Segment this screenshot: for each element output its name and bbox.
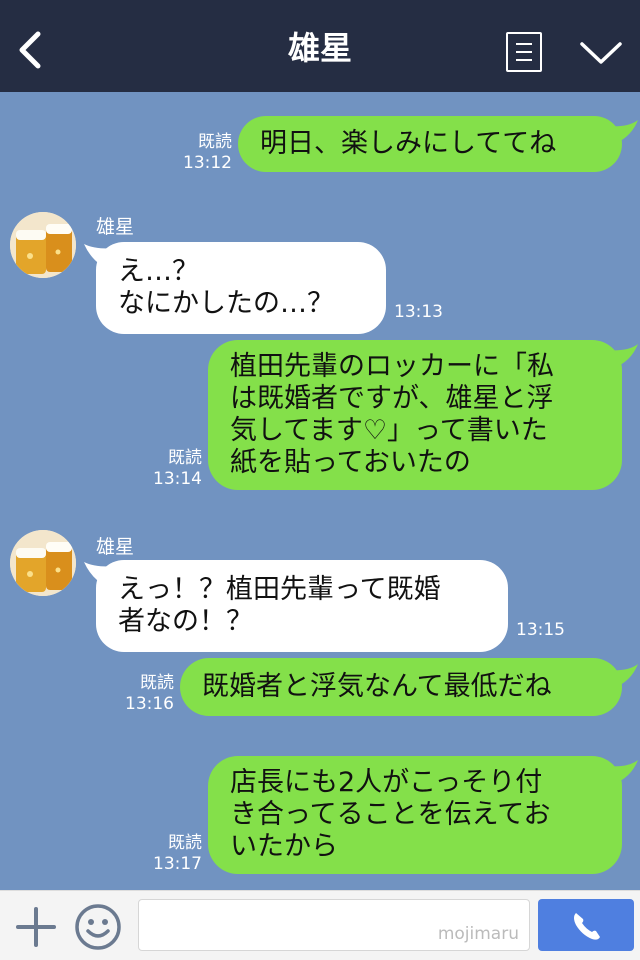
message-time: 13:14 [153,469,202,489]
message-time: 13:16 [125,694,174,714]
message-input-bar: mojimaru [0,890,640,960]
message-bubble-mine[interactable]: 店長にも2人がこっそり付 き合ってることを伝えてお いたから [208,756,622,874]
read-receipt: 既読 [198,132,232,152]
message-time: 13:13 [394,302,443,322]
chat-header: 雄星 [0,0,640,92]
read-receipt: 既読 [168,833,202,853]
watermark: mojimaru [437,924,519,944]
message-time: 13:15 [516,620,565,640]
message-bubble-theirs[interactable]: え…？ なにかしたの…？ [96,242,386,334]
message-bubble-mine[interactable]: 明日、楽しみにしててね [238,116,622,172]
chat-title: 雄星 [287,29,352,67]
message-meta: 既読 13:14 [146,448,202,490]
sender-name: 雄星 [96,216,135,238]
message-meta: 既読 13:16 [118,673,174,715]
chevron-left-icon[interactable] [14,28,50,72]
plus-icon[interactable] [14,905,58,949]
smiley-icon[interactable] [74,903,122,951]
message-bubble-theirs[interactable]: えっ！？植田先輩って既婚 者なの！？ [96,560,508,652]
list-menu-icon[interactable] [506,32,542,72]
avatar[interactable] [10,212,76,278]
message-bubble-mine[interactable]: 既婚者と浮気なんて最低だね [180,658,622,716]
chevron-down-icon[interactable] [578,38,624,68]
call-button[interactable] [538,899,634,951]
message-meta: 既読 13:17 [146,833,202,875]
message-bubble-mine[interactable]: 植田先輩のロッカーに「私 は既婚者ですが、雄星と浮 気してます♡」って書いた 紙… [208,340,622,490]
message-time: 13:17 [153,854,202,874]
read-receipt: 既読 [140,673,174,693]
avatar[interactable] [10,530,76,596]
message-list[interactable]: 既読 13:12 明日、楽しみにしててね 雄星 え…？ なにかしたの…？ 13:… [0,92,640,890]
sender-name: 雄星 [96,536,135,558]
message-time: 13:12 [183,153,232,173]
message-input[interactable]: mojimaru [138,899,530,951]
message-meta: 既読 13:12 [176,132,232,174]
phone-icon [574,913,600,940]
read-receipt: 既読 [168,448,202,468]
